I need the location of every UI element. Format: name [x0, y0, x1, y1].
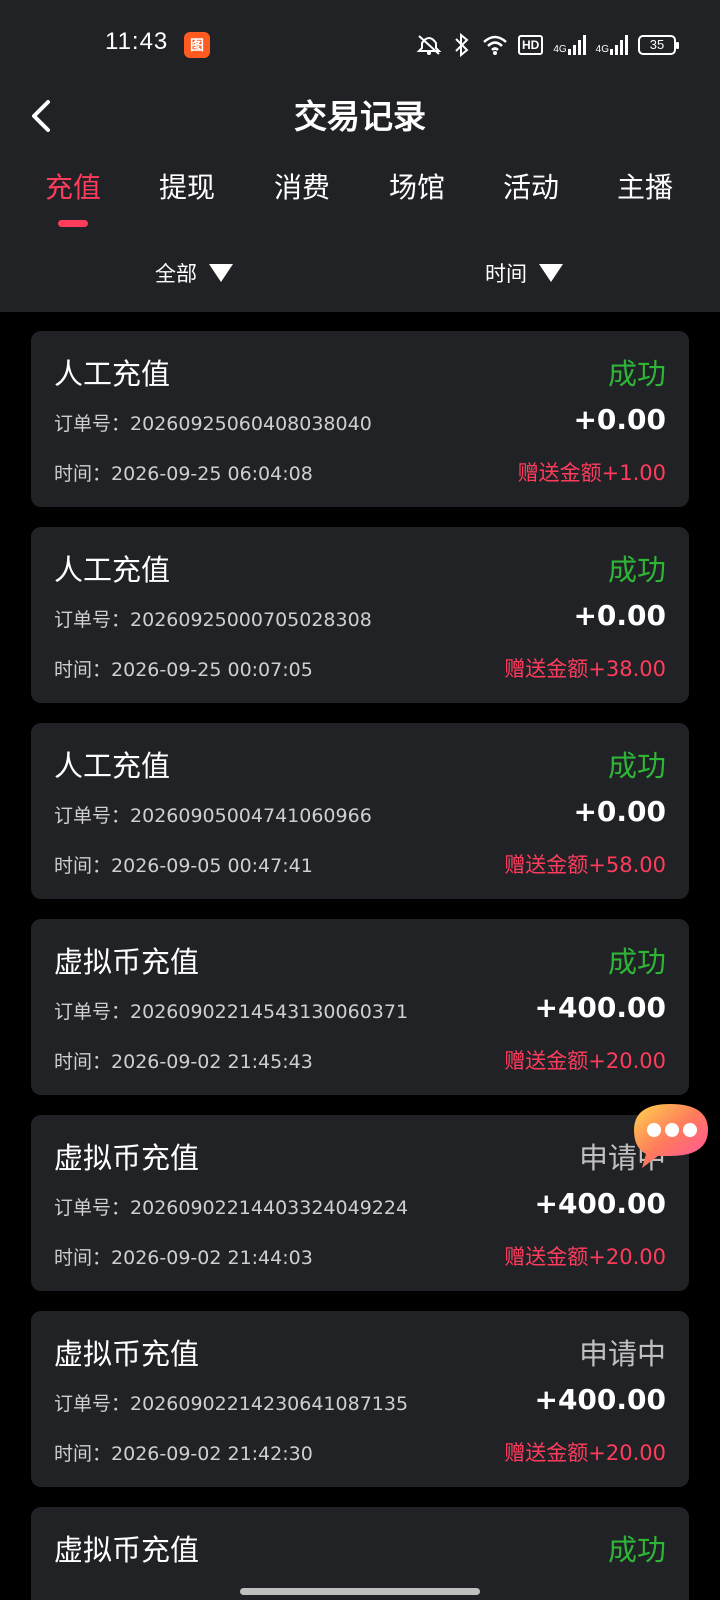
record-card[interactable]: 人工充值 成功 订单号：20260925060408038040 +0.00 时… — [31, 331, 689, 507]
record-time: 时间：2026-09-25 06:04:08 — [54, 463, 313, 485]
bluetooth-icon — [452, 33, 472, 57]
record-order-number: 订单号：20260905004741060966 — [54, 805, 372, 827]
record-order-number: 订单号：20260902214403324049224 — [54, 1197, 409, 1219]
chat-bubble-icon — [634, 1104, 708, 1168]
battery-icon: 35 — [638, 35, 679, 55]
record-card[interactable]: 人工充值 成功 订单号：20260905004741060966 +0.00 时… — [31, 723, 689, 899]
page-title: 交易记录 — [294, 97, 426, 136]
dropdown-arrow-icon — [539, 264, 563, 282]
record-bonus: 赠送金额+20.00 — [504, 1441, 666, 1465]
tab-withdraw[interactable]: 提现 — [142, 166, 232, 206]
record-card[interactable]: 人工充值 成功 订单号：20260925000705028308 +0.00 时… — [31, 527, 689, 703]
mute-icon — [416, 34, 442, 56]
record-time: 时间：2026-09-02 21:45:43 — [54, 1051, 313, 1073]
record-title: 人工充值 — [54, 357, 171, 391]
home-indicator[interactable] — [240, 1588, 480, 1595]
app-notification-icon: 图 — [184, 32, 210, 58]
record-title: 虚拟币充值 — [54, 1533, 200, 1567]
record-amount: +0.00 — [573, 599, 666, 632]
record-card[interactable]: 虚拟币充值 成功 — [31, 1507, 689, 1600]
record-amount: +0.00 — [573, 403, 666, 436]
status-icons: HD 4G 4G 35 — [416, 30, 679, 60]
tab-active-indicator — [58, 220, 88, 227]
tab-consume[interactable]: 消费 — [257, 166, 347, 206]
type-filter-dropdown[interactable]: 全部 — [155, 258, 233, 288]
dropdown-arrow-icon — [209, 264, 233, 282]
time-filter-dropdown[interactable]: 时间 — [485, 258, 563, 288]
record-amount: +400.00 — [534, 1383, 666, 1416]
record-amount: +400.00 — [534, 1187, 666, 1220]
record-status: 成功 — [607, 553, 666, 587]
floating-chat-button[interactable] — [624, 1100, 720, 1170]
record-card[interactable]: 虚拟币充值 申请中 订单号：20260902214403324049224 +4… — [31, 1115, 689, 1291]
hd-icon: HD — [517, 35, 544, 55]
record-time: 时间：2026-09-02 21:42:30 — [54, 1443, 313, 1465]
record-time: 时间：2026-09-25 00:07:05 — [54, 659, 313, 681]
tab-activity[interactable]: 活动 — [486, 166, 576, 206]
status-bar: 11:43 图 HD 4G 4G 35 — [0, 0, 720, 90]
record-amount: +0.00 — [573, 795, 666, 828]
record-time: 时间：2026-09-05 00:47:41 — [54, 855, 313, 877]
record-bonus: 赠送金额+1.00 — [517, 461, 666, 485]
record-bonus: 赠送金额+20.00 — [504, 1245, 666, 1269]
navbar: 交易记录 — [0, 80, 720, 150]
record-card[interactable]: 虚拟币充值 申请中 订单号：20260902214230641087135 +4… — [31, 1311, 689, 1487]
record-bonus: 赠送金额+58.00 — [504, 853, 666, 877]
time-filter-label: 时间 — [485, 262, 527, 286]
record-status: 成功 — [607, 357, 666, 391]
record-bonus: 赠送金额+20.00 — [504, 1049, 666, 1073]
record-amount: +400.00 — [534, 991, 666, 1024]
type-filter-label: 全部 — [155, 262, 197, 286]
record-status: 成功 — [607, 945, 666, 979]
record-status: 成功 — [607, 1533, 666, 1567]
tab-anchor[interactable]: 主播 — [600, 166, 690, 206]
record-order-number: 订单号：20260925000705028308 — [54, 609, 372, 631]
status-time: 11:43 — [105, 28, 169, 55]
record-order-number: 订单号：20260902214543130060371 — [54, 1001, 409, 1023]
record-title: 人工充值 — [54, 749, 171, 783]
header: 11:43 图 HD 4G 4G 35 交易记录 充值 提现 消费 场馆 活动 … — [0, 0, 720, 312]
signal-icon: 4G — [553, 35, 586, 55]
record-status: 成功 — [607, 749, 666, 783]
record-card[interactable]: 虚拟币充值 成功 订单号：20260902214543130060371 +40… — [31, 919, 689, 1095]
record-title: 虚拟币充值 — [54, 1141, 200, 1175]
tab-bar: 充值 提现 消费 场馆 活动 主播 — [0, 166, 720, 236]
tab-recharge[interactable]: 充值 — [28, 166, 118, 206]
tab-venue[interactable]: 场馆 — [372, 166, 462, 206]
record-time: 时间：2026-09-02 21:44:03 — [54, 1247, 313, 1269]
record-order-number: 订单号：20260925060408038040 — [54, 413, 372, 435]
record-status: 申请中 — [578, 1337, 666, 1371]
signal-icon-2: 4G — [596, 35, 628, 55]
record-title: 虚拟币充值 — [54, 945, 200, 979]
record-order-number: 订单号：20260902214230641087135 — [54, 1393, 409, 1415]
record-title: 虚拟币充值 — [54, 1337, 200, 1371]
record-title: 人工充值 — [54, 553, 171, 587]
filter-bar: 全部 时间 — [0, 258, 720, 298]
wifi-icon — [482, 34, 508, 56]
record-bonus: 赠送金额+38.00 — [504, 657, 666, 681]
